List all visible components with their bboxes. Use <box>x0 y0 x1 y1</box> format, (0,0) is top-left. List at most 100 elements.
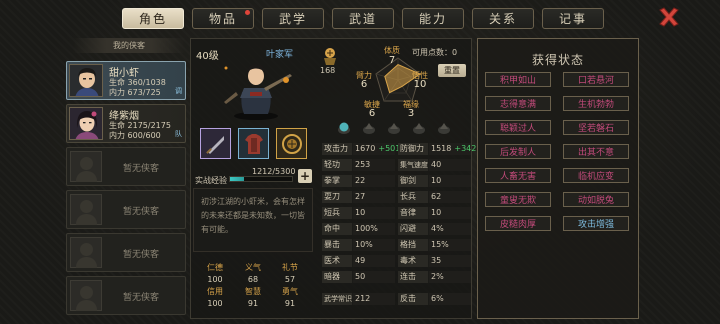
party-empty-slot[interactable]: 暂无侠客 <box>66 190 186 229</box>
available-points: 可用点数：0 <box>412 48 458 57</box>
sword-icon <box>205 135 224 154</box>
stat-value: 50 <box>353 271 395 283</box>
status-buff[interactable]: 动如脱兔 <box>563 192 629 207</box>
close-icon <box>659 7 679 27</box>
tab-martial-arts[interactable]: 武学 <box>262 8 324 29</box>
status-label: 坚若磐石 <box>577 124 614 134</box>
tab-character[interactable]: 角色 <box>122 8 184 29</box>
status-buff[interactable]: 积甲如山 <box>485 72 551 87</box>
status-label: 口若悬河 <box>577 76 614 86</box>
status-buff[interactable]: 口若悬河 <box>563 72 629 87</box>
virtue-label: 仁德 <box>207 263 223 272</box>
empty-avatar <box>70 151 102 182</box>
tab-relations[interactable]: 关系 <box>472 8 534 29</box>
gem-socket-icon[interactable] <box>387 121 401 135</box>
avatar <box>69 64 103 97</box>
reset-button[interactable]: 重置 <box>438 64 466 77</box>
radar-value-constitution: 7 <box>388 55 396 66</box>
avatar <box>69 107 103 140</box>
party-member-slot[interactable]: 甜小虾 生命 360/1038 内力 673/725 调 <box>66 61 186 100</box>
status-title: 获得状态 <box>531 53 584 67</box>
virtue-yong: 勇气 91 <box>275 286 305 308</box>
virtue-yi: 义气 68 <box>238 262 268 284</box>
stat-row: 医术 49 <box>322 255 395 267</box>
stat-value: 22 <box>353 175 395 187</box>
status-buff[interactable]: 坚若磐石 <box>563 120 629 135</box>
add-exp-button[interactable]: + <box>298 169 312 183</box>
stat-label: 闪避 <box>398 223 429 235</box>
stat-value: 4% <box>429 223 471 235</box>
character-figure <box>220 58 296 122</box>
stat-bonus: +342 <box>454 144 477 153</box>
tab-abilities[interactable]: 能力 <box>402 8 464 29</box>
party-empty-slot[interactable]: 暂无侠客 <box>66 147 186 186</box>
accessory-slot[interactable] <box>276 128 307 159</box>
gem-socket-icon[interactable] <box>362 121 376 135</box>
stat-label: 反击 <box>398 293 429 305</box>
exp-value: 1212/5300 <box>252 167 296 176</box>
party-empty-slot[interactable]: 暂无侠客 <box>66 276 186 315</box>
status-label: 童叟无欺 <box>499 196 536 206</box>
exp-bar <box>229 176 293 182</box>
empty-avatar <box>70 237 102 268</box>
stat-row: 攻击力 1670 +501 <box>322 143 400 155</box>
stat-row: 音律 10 <box>398 207 471 219</box>
gem-socket-icon[interactable] <box>337 121 351 135</box>
virtue-label: 勇气 <box>282 287 298 296</box>
party-empty-slot[interactable]: 暂无侠客 <box>66 233 186 272</box>
status-buff[interactable]: 人畜无害 <box>485 168 551 183</box>
status-buff[interactable]: 出其不意 <box>563 144 629 159</box>
status-label: 后发制人 <box>499 148 536 158</box>
status-buff[interactable]: 生机勃勃 <box>563 96 629 111</box>
stat-row: 格挡 15% <box>398 239 471 251</box>
status-buff[interactable]: 临机应变 <box>563 168 629 183</box>
virtue-value: 91 <box>247 299 259 308</box>
tab-journal[interactable]: 记事 <box>542 8 604 29</box>
stat-value: 212 <box>353 293 395 305</box>
status-buff[interactable]: 志得意满 <box>485 96 551 111</box>
status-buff[interactable]: 攻击增强 <box>563 216 629 231</box>
stat-label: 医术 <box>322 255 353 267</box>
amulet-icon <box>281 133 302 154</box>
stat-label: 耍刀 <box>322 191 353 203</box>
stat-value: 62 <box>429 191 471 203</box>
stat-label: 音律 <box>398 207 429 219</box>
empty-avatar <box>70 280 102 311</box>
party-member-slot[interactable]: 绛紫烟 生命 2175/2175 内力 600/600 队 <box>66 104 186 143</box>
stat-value: 10% <box>353 239 395 251</box>
stat-row: 防御力 1518 +342 <box>398 143 476 155</box>
stat-label: 短兵 <box>322 207 353 219</box>
stat-label: 拳掌 <box>322 175 353 187</box>
gem-socket-icon[interactable] <box>437 121 451 135</box>
close-button[interactable] <box>656 4 682 30</box>
exp-label: 实战经验 <box>195 176 227 185</box>
empty-avatar <box>70 194 102 225</box>
stat-row: 御剑 10 <box>398 175 471 187</box>
tab-label: 角色 <box>138 12 167 26</box>
virtue-value: 100 <box>207 275 223 284</box>
stat-label: 暗器 <box>322 271 353 283</box>
stat-row: 武学常识 212 <box>322 293 395 305</box>
tab-items[interactable]: 物品 <box>192 8 254 29</box>
status-buff[interactable]: 聪颖过人 <box>485 120 551 135</box>
tab-martial-way[interactable]: 武道 <box>332 8 394 29</box>
stat-number: 1670 <box>355 144 376 153</box>
weapon-slot[interactable] <box>200 128 231 159</box>
armor-slot[interactable] <box>238 128 269 159</box>
party-header: 我的侠客 <box>73 38 185 53</box>
stat-value: 2% <box>429 271 471 283</box>
status-buff[interactable]: 皮糙肉厚 <box>485 216 551 231</box>
gem-socket-icon[interactable] <box>412 121 426 135</box>
status-label: 攻击增强 <box>577 220 614 230</box>
status-buff[interactable]: 童叟无欺 <box>485 192 551 207</box>
virtue-zhi: 智慧 91 <box>238 286 268 308</box>
radar-value-insight: 10 <box>413 79 427 90</box>
stat-value: 27 <box>353 191 395 203</box>
virtue-ren: 仁德 100 <box>200 262 230 284</box>
virtue-xin: 信用 100 <box>200 286 230 308</box>
stat-label: 集气速度 <box>398 159 429 171</box>
stat-label: 攻击力 <box>322 143 353 155</box>
stat-value: 15% <box>429 239 471 251</box>
status-buff[interactable]: 后发制人 <box>485 144 551 159</box>
stat-row: 拳掌 22 <box>322 175 395 187</box>
